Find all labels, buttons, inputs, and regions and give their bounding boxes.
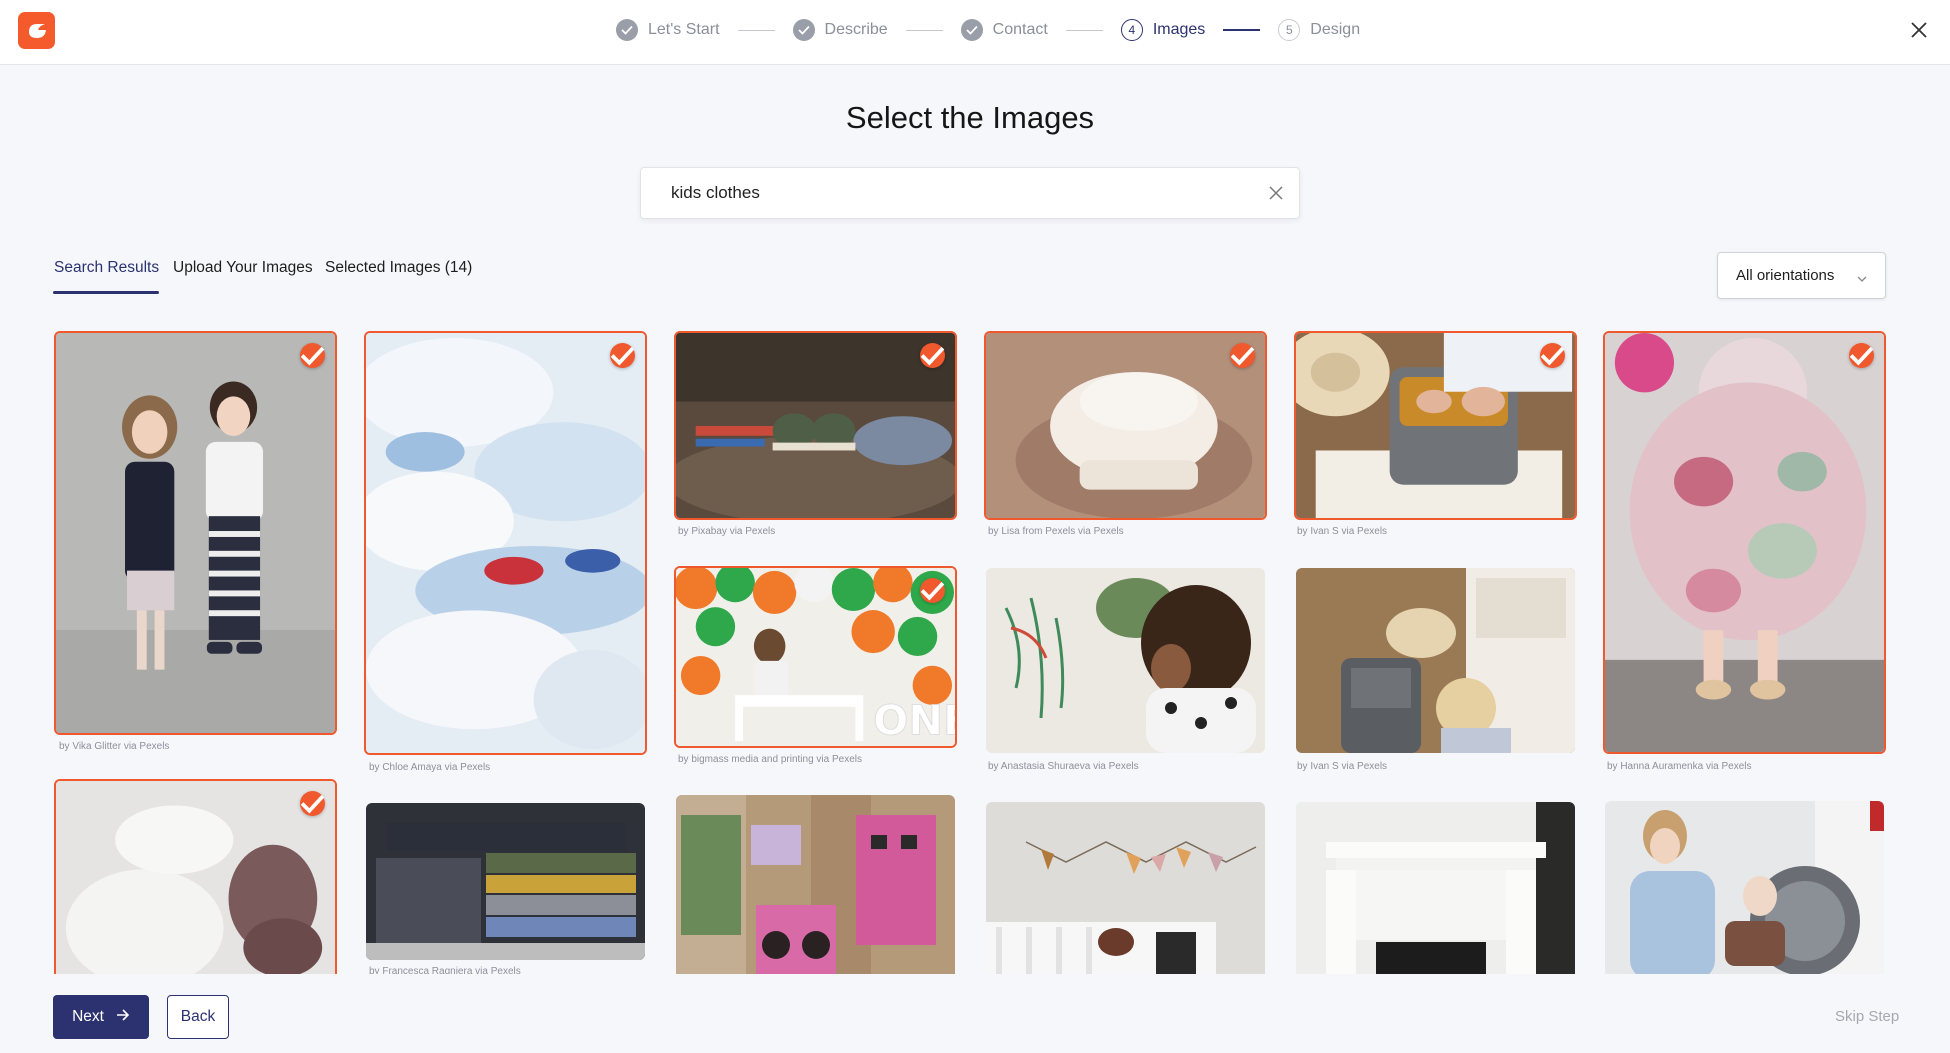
image-card[interactable] — [1296, 568, 1575, 753]
svg-text:ONE: ONE — [873, 696, 955, 744]
selected-check-icon — [920, 578, 945, 603]
image-credit: by Pixabay via Pexels — [678, 526, 776, 537]
image-card[interactable] — [364, 331, 647, 755]
image-card[interactable] — [54, 331, 337, 735]
image-credit: by Francesca Ragniera via Pexels — [369, 966, 521, 974]
image-credit: by bigmass media and printing via Pexels — [678, 754, 862, 765]
selected-check-icon — [920, 343, 945, 368]
footer-bar — [0, 974, 1950, 1053]
back-button[interactable]: Back — [167, 995, 229, 1039]
skip-step-link[interactable]: Skip Step — [1835, 1008, 1899, 1025]
image-credit: by Ivan S via Pexels — [1297, 761, 1388, 772]
image-card[interactable] — [986, 568, 1265, 753]
image-credit: by Chloe Amaya via Pexels — [369, 762, 491, 773]
image-gallery: by Vika Glitter via Pexels by Chloe Amay… — [0, 0, 1950, 974]
next-button-label: Next — [72, 1008, 104, 1025]
image-card[interactable] — [1294, 331, 1577, 520]
image-credit: by Lisa from Pexels via Pexels — [988, 526, 1124, 537]
image-credit: by Hanna Auramenka via Pexels — [1607, 761, 1752, 772]
selected-check-icon — [610, 343, 635, 368]
image-card[interactable] — [676, 795, 955, 974]
image-card[interactable] — [674, 331, 957, 520]
image-card[interactable] — [986, 802, 1265, 974]
image-credit: by Vika Glitter via Pexels — [59, 741, 170, 752]
image-card[interactable] — [366, 803, 645, 960]
image-card[interactable] — [1603, 331, 1886, 754]
image-card[interactable] — [1605, 801, 1884, 974]
selected-check-icon — [1540, 343, 1565, 368]
selected-check-icon — [300, 343, 325, 368]
selected-check-icon — [1849, 343, 1874, 368]
image-card[interactable] — [1296, 802, 1575, 974]
next-button[interactable]: Next — [53, 995, 149, 1039]
image-card[interactable] — [54, 779, 337, 974]
image-card[interactable] — [984, 331, 1267, 520]
selected-check-icon — [1230, 343, 1255, 368]
selected-check-icon — [300, 791, 325, 816]
arrow-right-icon — [116, 1008, 130, 1026]
image-card[interactable]: ONE — [674, 566, 957, 748]
image-credit: by Ivan S via Pexels — [1297, 526, 1388, 537]
image-credit: by Anastasia Shuraeva via Pexels — [988, 761, 1139, 772]
